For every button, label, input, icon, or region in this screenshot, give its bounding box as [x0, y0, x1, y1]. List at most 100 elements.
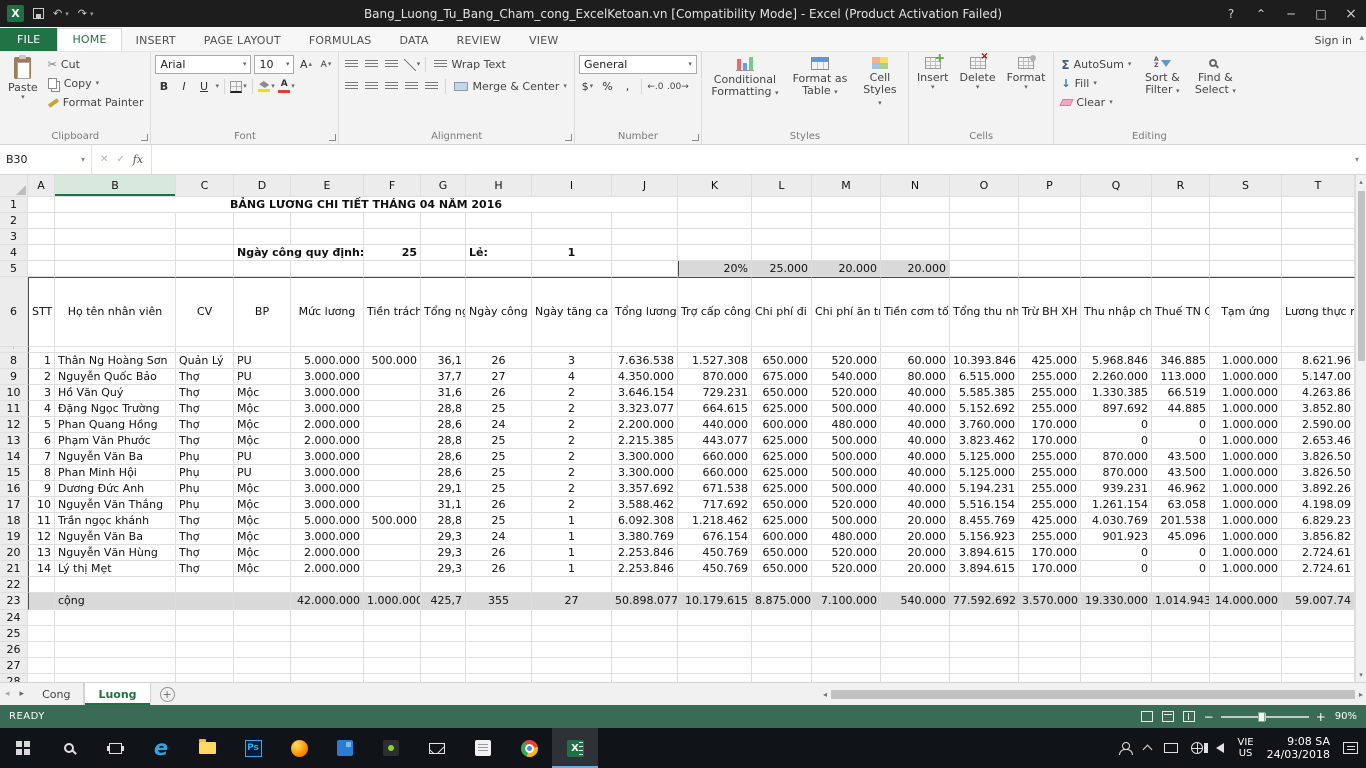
undo-caret-icon[interactable]: ▾	[65, 10, 69, 18]
total-cell[interactable]: 3.570.000	[1019, 593, 1081, 610]
cell[interactable]	[55, 577, 176, 593]
cell[interactable]	[678, 674, 752, 682]
rate-cell[interactable]: 25.000	[752, 261, 812, 277]
cell[interactable]	[1282, 229, 1355, 245]
horizontal-scroll-thumb[interactable]	[831, 690, 1355, 699]
data-cell[interactable]: PU	[234, 465, 291, 481]
cell[interactable]	[1282, 610, 1355, 626]
font-dialog-launcher[interactable]	[329, 134, 336, 141]
data-cell[interactable]: 480.000	[812, 417, 881, 433]
row-header-15[interactable]: 15	[0, 465, 28, 481]
taskbar-app-task-view[interactable]	[92, 728, 138, 768]
total-cell[interactable]: 77.592.692	[950, 593, 1019, 610]
cell[interactable]	[1282, 197, 1355, 213]
data-cell[interactable]: 170.000	[1019, 561, 1081, 577]
data-cell[interactable]: Nguyễn Văn Ba	[55, 529, 176, 545]
redo-caret-icon[interactable]: ▾	[90, 10, 94, 18]
cell[interactable]	[1081, 642, 1152, 658]
wrap-text-button[interactable]: Wrap Text	[431, 55, 508, 74]
cell[interactable]	[1152, 674, 1210, 682]
cell[interactable]	[1210, 642, 1282, 658]
odd-label-cell[interactable]: Lẻ:	[466, 245, 532, 261]
cell[interactable]	[678, 245, 752, 261]
taskbar-app-dark-app[interactable]	[368, 728, 414, 768]
data-cell[interactable]: 2.724.61	[1282, 561, 1355, 577]
data-cell[interactable]: 3.894.615	[950, 561, 1019, 577]
data-cell[interactable]: 2.000.000	[291, 545, 364, 561]
row-header-2[interactable]: 2	[0, 213, 28, 229]
cell[interactable]	[532, 610, 612, 626]
align-center-button[interactable]	[363, 77, 380, 96]
cell[interactable]	[1152, 658, 1210, 674]
data-cell[interactable]: 450.769	[678, 545, 752, 561]
data-cell[interactable]: Thợ	[176, 529, 234, 545]
row-header-23[interactable]: 23	[0, 593, 28, 610]
data-cell[interactable]: 2.253.846	[612, 561, 678, 577]
row-header-11[interactable]: 11	[0, 401, 28, 417]
table-header-cell[interactable]: Mức lương	[291, 277, 364, 347]
cell[interactable]	[1282, 577, 1355, 593]
data-cell[interactable]: 46.962	[1152, 481, 1210, 497]
cell[interactable]	[421, 658, 466, 674]
table-header-cell[interactable]: Tổng thu nhập	[950, 277, 1019, 347]
data-cell[interactable]: 2.215.385	[612, 433, 678, 449]
data-cell[interactable]: 9	[28, 481, 55, 497]
data-cell[interactable]: 346.885	[1152, 353, 1210, 369]
cell[interactable]	[881, 577, 950, 593]
align-bottom-button[interactable]	[383, 55, 400, 74]
data-cell[interactable]: 939.231	[1081, 481, 1152, 497]
data-cell[interactable]	[364, 481, 421, 497]
taskbar-app-excel[interactable]: X	[552, 728, 598, 768]
total-cell[interactable]: 19.330.000	[1081, 593, 1152, 610]
data-cell[interactable]: PU	[234, 353, 291, 369]
data-cell[interactable]: 5.194.231	[950, 481, 1019, 497]
total-cell[interactable]: 1.000.000	[364, 593, 421, 610]
cell[interactable]	[55, 642, 176, 658]
clipboard-dialog-launcher[interactable]	[141, 134, 148, 141]
data-cell[interactable]: 1	[532, 529, 612, 545]
cell[interactable]	[1210, 213, 1282, 229]
bold-button[interactable]: B	[155, 77, 172, 96]
cell[interactable]	[812, 245, 881, 261]
data-cell[interactable]: 255.000	[1019, 369, 1081, 385]
column-header-M[interactable]: M	[812, 175, 881, 197]
cell[interactable]	[532, 577, 612, 593]
data-cell[interactable]: 28,6	[421, 417, 466, 433]
data-cell[interactable]: 28,8	[421, 433, 466, 449]
total-cell[interactable]: 10.179.615	[678, 593, 752, 610]
row-header-9[interactable]: 9	[0, 369, 28, 385]
cell[interactable]	[421, 577, 466, 593]
data-cell[interactable]: 450.769	[678, 561, 752, 577]
data-cell[interactable]: 1.000.000	[1210, 465, 1282, 481]
data-cell[interactable]: 5	[28, 417, 55, 433]
cell[interactable]	[1210, 674, 1282, 682]
data-cell[interactable]: 29,3	[421, 545, 466, 561]
cell[interactable]	[28, 245, 55, 261]
maximize-button[interactable]: □	[1306, 0, 1336, 27]
data-cell[interactable]: Nguyễn Văn Thắng	[55, 497, 176, 513]
cell[interactable]	[28, 642, 55, 658]
data-cell[interactable]: 5.125.000	[950, 449, 1019, 465]
data-cell[interactable]: 11	[28, 513, 55, 529]
row-header-1[interactable]: 1	[0, 197, 28, 213]
data-cell[interactable]	[364, 449, 421, 465]
cell[interactable]	[28, 197, 55, 213]
data-cell[interactable]: 8	[28, 465, 55, 481]
data-cell[interactable]: Thợ	[176, 401, 234, 417]
data-cell[interactable]: 37,7	[421, 369, 466, 385]
help-button[interactable]: ?	[1216, 0, 1246, 27]
data-cell[interactable]: 20.000	[881, 529, 950, 545]
data-cell[interactable]: Mộc	[234, 481, 291, 497]
save-icon[interactable]	[33, 8, 44, 19]
table-header-cell[interactable]: Tiền cơm tối	[881, 277, 950, 347]
cell[interactable]	[612, 626, 678, 642]
table-header-cell[interactable]: Thuế TN CN	[1152, 277, 1210, 347]
underline-button[interactable]: U	[195, 77, 212, 96]
data-cell[interactable]: 44.885	[1152, 401, 1210, 417]
font-color-button[interactable]: A▾	[278, 77, 295, 96]
data-cell[interactable]: 170.000	[1019, 433, 1081, 449]
data-cell[interactable]: 24	[466, 417, 532, 433]
scroll-up-icon[interactable]: ▴	[1359, 175, 1363, 189]
cell[interactable]	[950, 229, 1019, 245]
data-cell[interactable]: 500.000	[364, 513, 421, 529]
